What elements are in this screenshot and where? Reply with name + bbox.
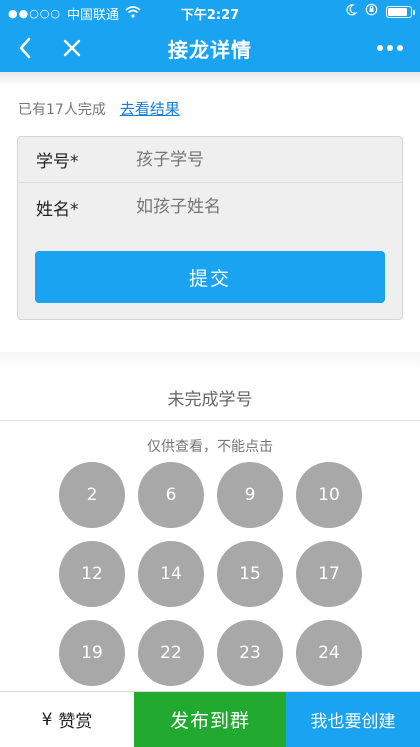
- incomplete-id-circle: 9: [217, 462, 283, 528]
- nav-bar: 接龙详情: [0, 24, 420, 72]
- page-title: 接龙详情: [168, 38, 252, 62]
- name-input[interactable]: [136, 197, 402, 217]
- more-button[interactable]: [370, 34, 410, 62]
- incomplete-id-circle: 12: [59, 541, 125, 607]
- progress-line: 已有17人完成 去看结果: [18, 98, 180, 119]
- incomplete-id-circle: 17: [296, 541, 362, 607]
- name-row: 姓名*: [18, 184, 402, 230]
- yuan-icon: ¥: [41, 709, 53, 730]
- student-id-row: 学号*: [18, 137, 402, 183]
- status-right: [345, 3, 415, 20]
- rotation-lock-icon: [365, 3, 378, 20]
- student-id-label: 学号*: [36, 152, 79, 172]
- incomplete-id-circle: 6: [138, 462, 204, 528]
- view-only-hint: 仅供查看，不能点击: [147, 439, 273, 455]
- bottom-action-bar: ¥ 赞赏 发布到群 我也要创建: [0, 691, 420, 747]
- name-label: 姓名*: [36, 199, 79, 220]
- reward-label: 赞赏: [58, 712, 93, 732]
- more-dot-icon: [387, 45, 393, 51]
- divider: [0, 420, 420, 421]
- incomplete-id-circle: 2: [59, 462, 125, 528]
- status-bar: ●●○○○ 中国联通 下午2:27: [0, 0, 420, 24]
- entry-form: 学号* 姓名* 提交: [17, 136, 403, 320]
- section-separator: [0, 352, 420, 370]
- incomplete-id-circle: 23: [217, 620, 283, 686]
- view-results-link[interactable]: 去看结果: [120, 98, 180, 119]
- publish-to-group-button[interactable]: 发布到群: [134, 692, 286, 747]
- create-my-own-button[interactable]: 我也要创建: [286, 692, 420, 747]
- moon-icon: [345, 3, 358, 20]
- incomplete-title: 未完成学号: [167, 390, 253, 410]
- top-bar: ●●○○○ 中国联通 下午2:27 接龙详情: [0, 0, 420, 72]
- battery-icon: [386, 5, 415, 18]
- reward-button[interactable]: ¥ 赞赏: [0, 692, 134, 747]
- header-shadow: [0, 72, 420, 86]
- student-id-input[interactable]: [136, 149, 402, 170]
- incomplete-id-circle: 14: [138, 541, 204, 607]
- incomplete-id-grid: 2 6 9 10 12 14 15 17 19 22 23 24: [59, 462, 363, 692]
- incomplete-id-circle: 10: [296, 462, 362, 528]
- incomplete-id-circle: 19: [59, 620, 125, 686]
- incomplete-id-circle: 24: [296, 620, 362, 686]
- completed-count: 已有17人完成: [18, 101, 106, 118]
- more-dot-icon: [397, 45, 403, 51]
- more-dot-icon: [377, 45, 383, 51]
- incomplete-id-circle: 15: [217, 541, 283, 607]
- incomplete-id-circle: 22: [138, 620, 204, 686]
- submit-button[interactable]: 提交: [35, 251, 385, 303]
